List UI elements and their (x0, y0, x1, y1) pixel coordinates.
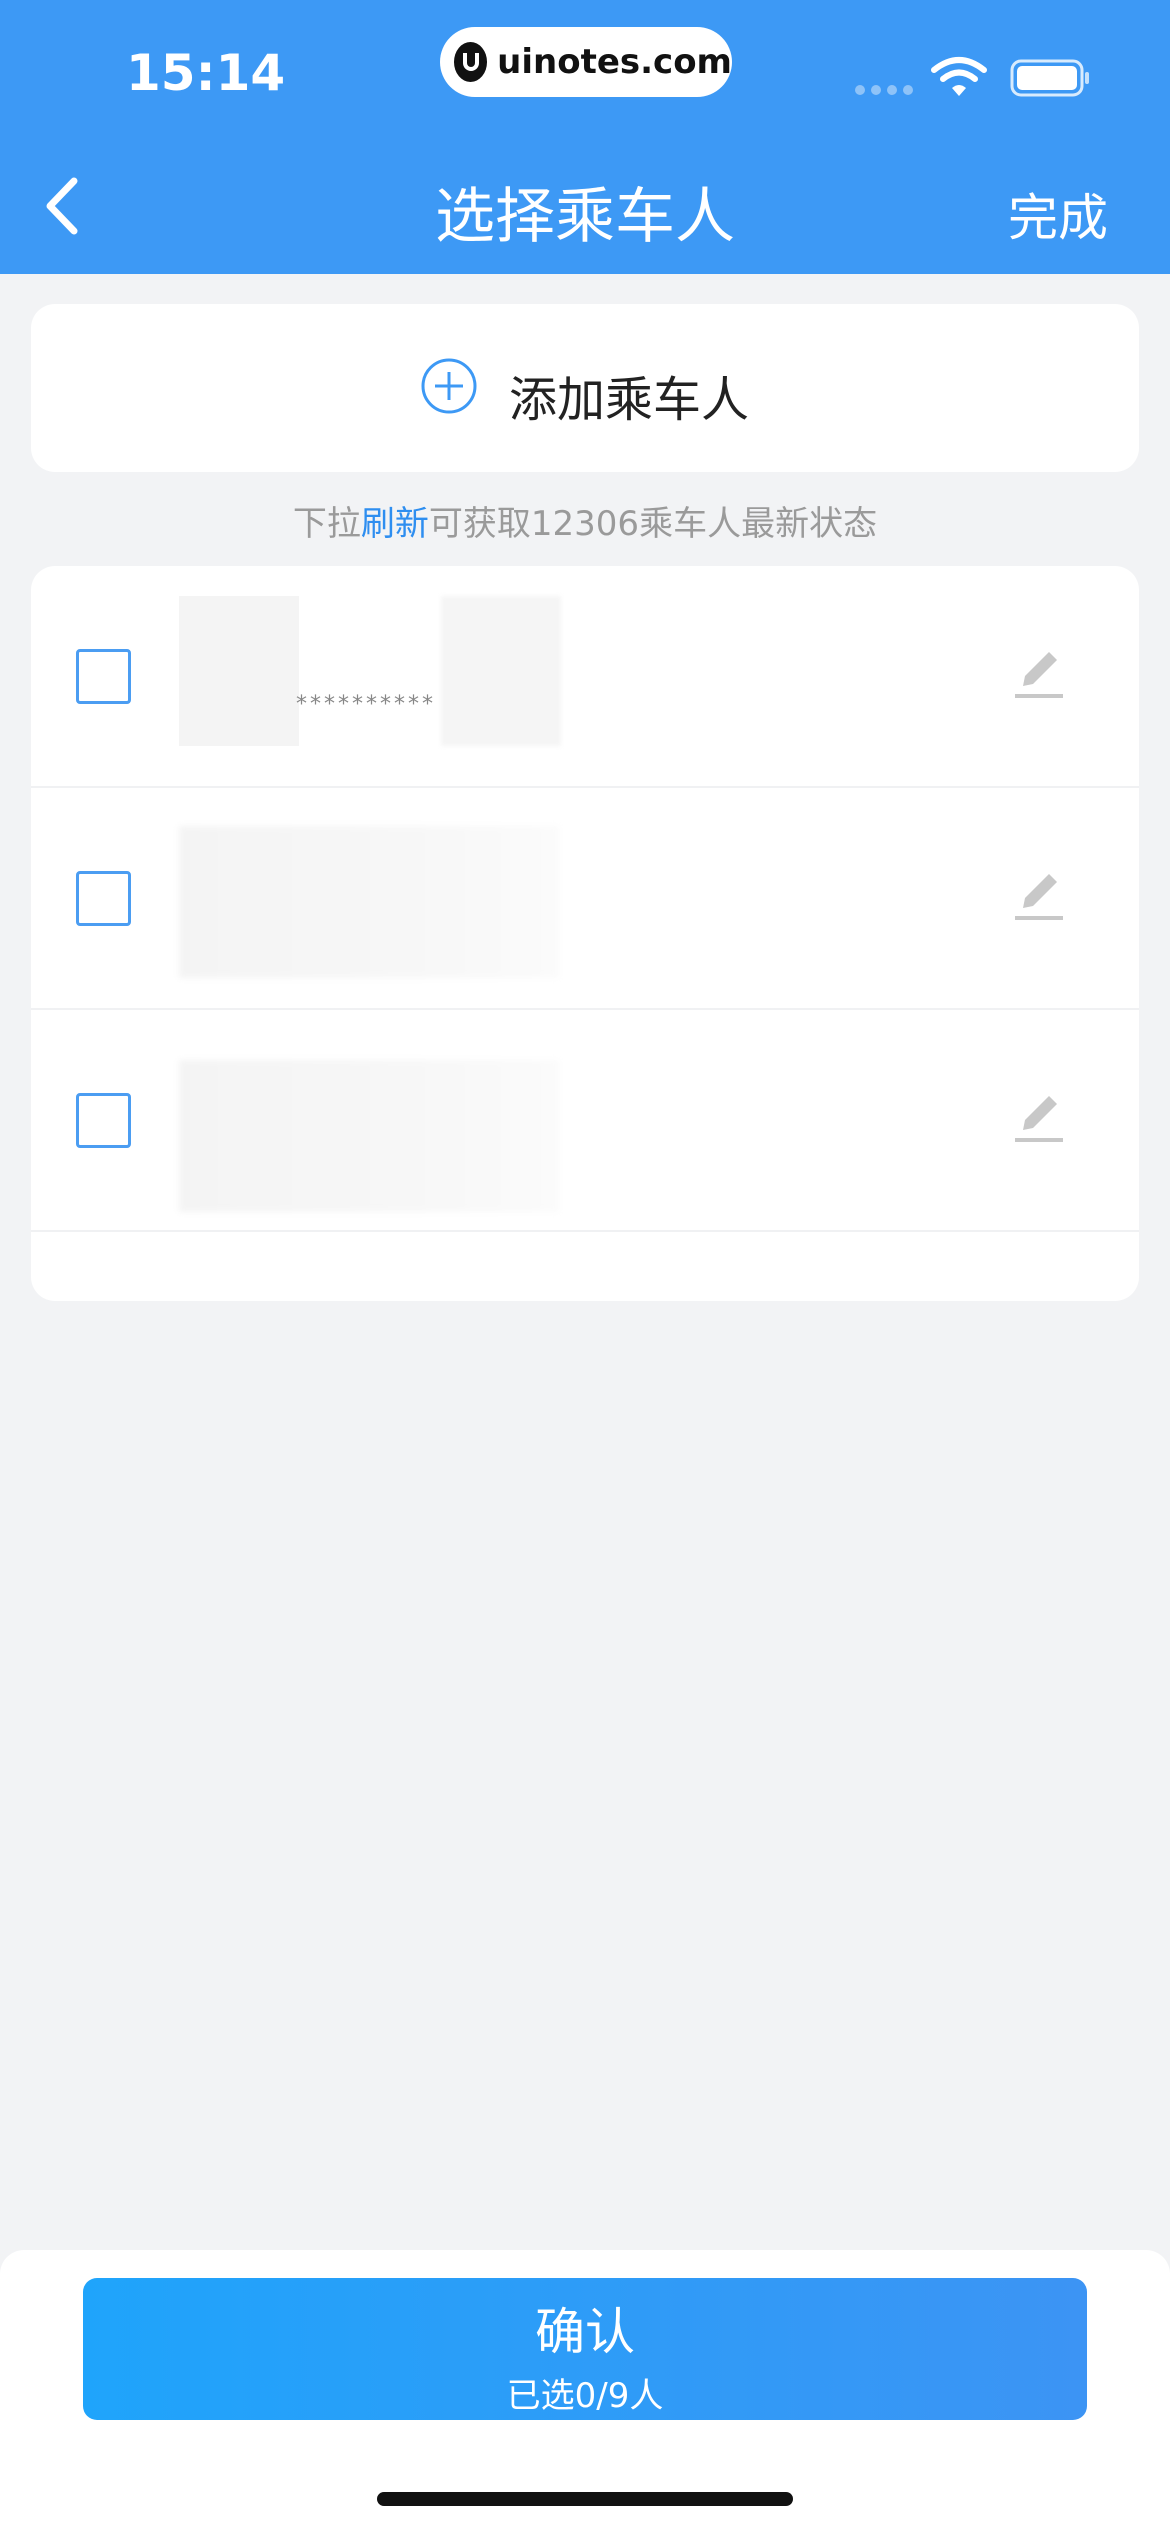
passenger-checkbox[interactable] (76, 1093, 131, 1148)
refresh-link[interactable]: 刷新 (361, 504, 429, 544)
nav-header: 15:14 uinotes.com 选择乘车人 完成 (0, 0, 1170, 274)
passenger-checkbox[interactable] (76, 649, 131, 704)
edit-pencil-icon[interactable] (1011, 868, 1067, 924)
battery-icon (1010, 59, 1089, 97)
watermark-text: uinotes.com (497, 42, 732, 82)
watermark-badge: uinotes.com (440, 27, 732, 97)
add-passenger-button[interactable]: 添加乘车人 (31, 304, 1139, 472)
redacted-name (179, 596, 299, 746)
passenger-checkbox[interactable] (76, 871, 131, 926)
status-time: 15:14 (126, 44, 286, 102)
wifi-icon (931, 57, 987, 96)
add-passenger-label: 添加乘车人 (509, 372, 750, 428)
redacted-info (441, 596, 561, 746)
hint-suffix: 可获取12306乘车人最新状态 (428, 504, 878, 544)
home-indicator (377, 2492, 793, 2506)
hint-prefix: 下拉 (292, 504, 361, 544)
confirm-label: 确认 (535, 2303, 635, 2361)
confirm-button[interactable]: 确认 已选0/9人 (83, 2278, 1087, 2420)
signal-icon (855, 85, 913, 95)
refresh-hint: 下拉刷新可获取12306乘车人最新状态 (0, 496, 1170, 545)
selected-count: 已选0/9人 (506, 2376, 664, 2416)
redacted-info (179, 1060, 559, 1212)
passenger-list: ********** (31, 566, 1139, 1301)
add-circle-icon (421, 358, 477, 414)
passenger-row[interactable] (31, 788, 1139, 1010)
redacted-info (179, 826, 559, 978)
watermark-logo-icon (454, 42, 488, 82)
passenger-row[interactable]: ********** (31, 566, 1139, 788)
edit-pencil-icon[interactable] (1011, 1090, 1067, 1146)
edit-pencil-icon[interactable] (1011, 646, 1067, 702)
page-title: 选择乘车人 (435, 182, 735, 252)
passenger-row[interactable] (31, 1010, 1139, 1232)
bottom-bar: 确认 已选0/9人 (0, 2250, 1170, 2532)
masked-id-number: ********** (296, 692, 436, 717)
done-button[interactable]: 完成 (1008, 178, 1108, 250)
